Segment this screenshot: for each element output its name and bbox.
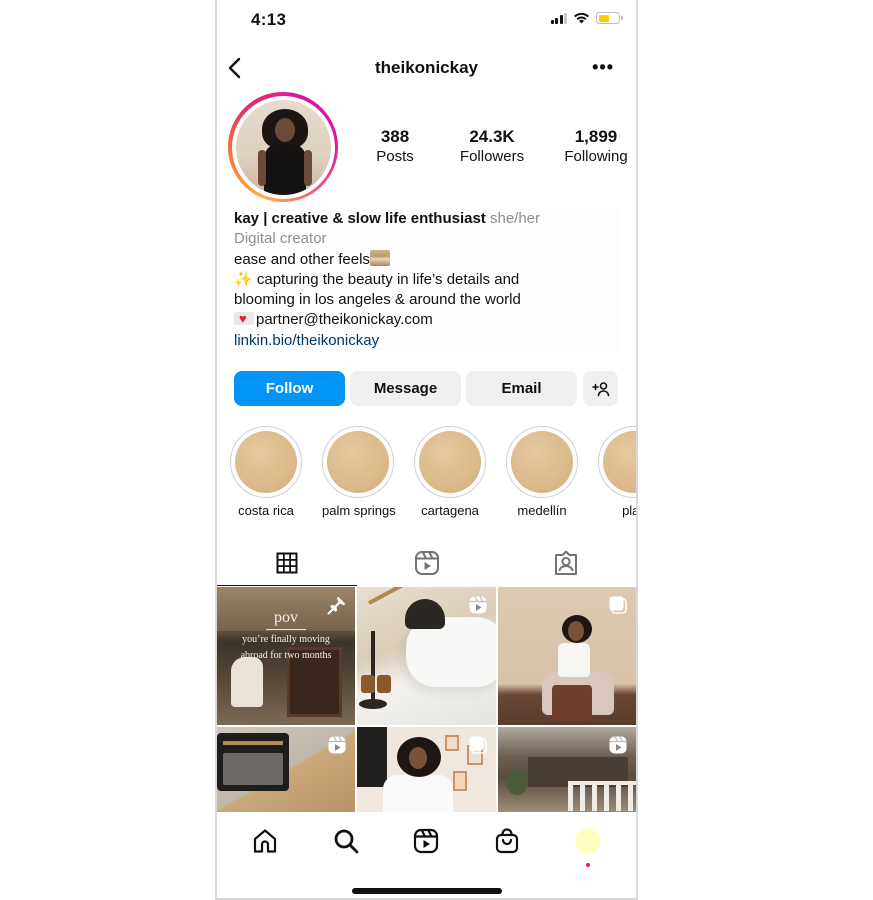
- status-icons: [550, 12, 623, 24]
- love-letter-emoji-icon: [234, 309, 254, 330]
- stat-label: Posts: [376, 148, 414, 165]
- reels-icon: [414, 551, 439, 575]
- post-overlay-text: pov you’re finally moving abroad for two…: [217, 609, 355, 662]
- follow-button[interactable]: Follow: [234, 371, 345, 406]
- nav-home[interactable]: [245, 821, 285, 861]
- tab-reels[interactable]: [357, 540, 497, 586]
- highlight-item[interactable]: costa rica: [230, 426, 302, 519]
- cellular-signal-icon: [550, 12, 567, 24]
- profile-avatar-small: [574, 828, 601, 854]
- bio-line: ease and other feels: [234, 250, 370, 268]
- profile-bio: kay | creative & slow life enthusiast sh…: [234, 209, 620, 352]
- highlight-label: costa rica: [238, 503, 294, 518]
- stat-label: Followers: [459, 148, 525, 165]
- carousel-icon: [469, 736, 487, 754]
- followers-count[interactable]: 24.3K Followers: [451, 126, 533, 166]
- post-thumbnail[interactable]: [357, 587, 496, 725]
- stat-value: 1,899: [574, 127, 618, 146]
- phone-screen: 4:13 theikonickay ••• 388 Posts 24.3K Fo…: [215, 0, 638, 900]
- post-overlay-line: you’re finally moving: [242, 634, 330, 645]
- posts-count[interactable]: 388 Posts: [365, 126, 425, 166]
- highlight-label: play: [622, 503, 636, 518]
- profile-photo: [235, 99, 331, 195]
- highlight-label: palm springs: [322, 503, 396, 518]
- reel-icon: [609, 736, 627, 754]
- grid-icon: [276, 552, 298, 574]
- reel-icon: [469, 596, 487, 614]
- profile-avatar[interactable]: [228, 92, 338, 202]
- post-thumbnail[interactable]: [498, 587, 636, 725]
- following-count[interactable]: 1,899 Following: [559, 126, 633, 166]
- highlight-item[interactable]: play: [598, 426, 636, 519]
- shopping-bag-icon: [495, 828, 519, 854]
- account-category: Digital creator: [234, 230, 327, 248]
- search-icon: [334, 829, 359, 854]
- post-thumbnail[interactable]: [217, 727, 355, 812]
- tab-posts-grid[interactable]: [217, 540, 357, 586]
- highlight-item[interactable]: cartagena: [414, 426, 486, 519]
- highlight-label: cartagena: [421, 503, 479, 518]
- reel-icon: [328, 736, 346, 754]
- highlight-item[interactable]: palm springs: [322, 426, 396, 519]
- stat-label: Following: [564, 148, 628, 165]
- highlight-cover: [419, 431, 481, 493]
- nav-search[interactable]: [326, 821, 366, 861]
- stat-value: 24.3K: [469, 127, 515, 146]
- more-options-button[interactable]: •••: [592, 58, 614, 76]
- pronouns: she/her: [489, 210, 541, 227]
- bio-line: capturing the beauty in life’s details a…: [252, 270, 520, 288]
- highlight-cover: [603, 431, 636, 493]
- home-icon: [254, 829, 277, 853]
- bio-email[interactable]: partner@theikonickay.com: [256, 311, 433, 328]
- nav-profile[interactable]: [568, 821, 608, 867]
- profile-username: theikonickay: [375, 58, 478, 77]
- profile-tabs: [217, 540, 636, 586]
- home-indicator[interactable]: [352, 888, 502, 894]
- story-highlights: costa rica palm springs cartagena medell…: [230, 426, 636, 519]
- pin-icon: [327, 596, 346, 615]
- highlight-cover: [327, 431, 389, 493]
- notification-dot: [585, 863, 590, 867]
- status-time: 4:13: [251, 10, 287, 29]
- posts-grid: pov you’re finally moving abroad for two…: [217, 587, 636, 812]
- email-button[interactable]: Email: [466, 371, 577, 406]
- highlight-item[interactable]: medellín: [506, 426, 578, 519]
- tab-tagged[interactable]: [496, 540, 636, 586]
- post-thumbnail[interactable]: pov you’re finally moving abroad for two…: [217, 587, 355, 725]
- highlight-label: medellín: [517, 503, 567, 518]
- reels-icon: [414, 828, 439, 854]
- nav-shop[interactable]: [487, 821, 527, 861]
- add-user-icon: [591, 381, 609, 396]
- post-thumbnail[interactable]: [498, 727, 636, 812]
- post-thumbnail[interactable]: [357, 727, 496, 812]
- bio-line: blooming in los angeles & around the wor…: [234, 291, 521, 309]
- highlight-cover: [235, 431, 297, 493]
- post-overlay-line: abroad for two months: [240, 650, 332, 661]
- wifi-icon: [574, 12, 589, 24]
- battery-icon: [596, 12, 623, 24]
- nav-reels[interactable]: [406, 821, 446, 861]
- stat-value: 388: [380, 127, 410, 146]
- bottom-navigation: [217, 818, 636, 867]
- message-button[interactable]: Message: [350, 371, 461, 406]
- suggested-users-button[interactable]: [583, 371, 618, 406]
- post-overlay-title: pov: [266, 609, 306, 630]
- profile-stats: 388 Posts 24.3K Followers 1,899 Followin…: [365, 126, 633, 166]
- sparkles-emoji-icon: ✨: [234, 270, 253, 288]
- display-name: kay | creative & slow life enthusiast: [234, 210, 486, 227]
- highlight-cover: [511, 431, 573, 493]
- tagged-user-icon: [555, 550, 578, 575]
- carousel-icon: [609, 596, 627, 614]
- film-frames-emoji-icon: [369, 249, 390, 266]
- bio-link[interactable]: linkin.bio/theikonickay: [234, 331, 620, 351]
